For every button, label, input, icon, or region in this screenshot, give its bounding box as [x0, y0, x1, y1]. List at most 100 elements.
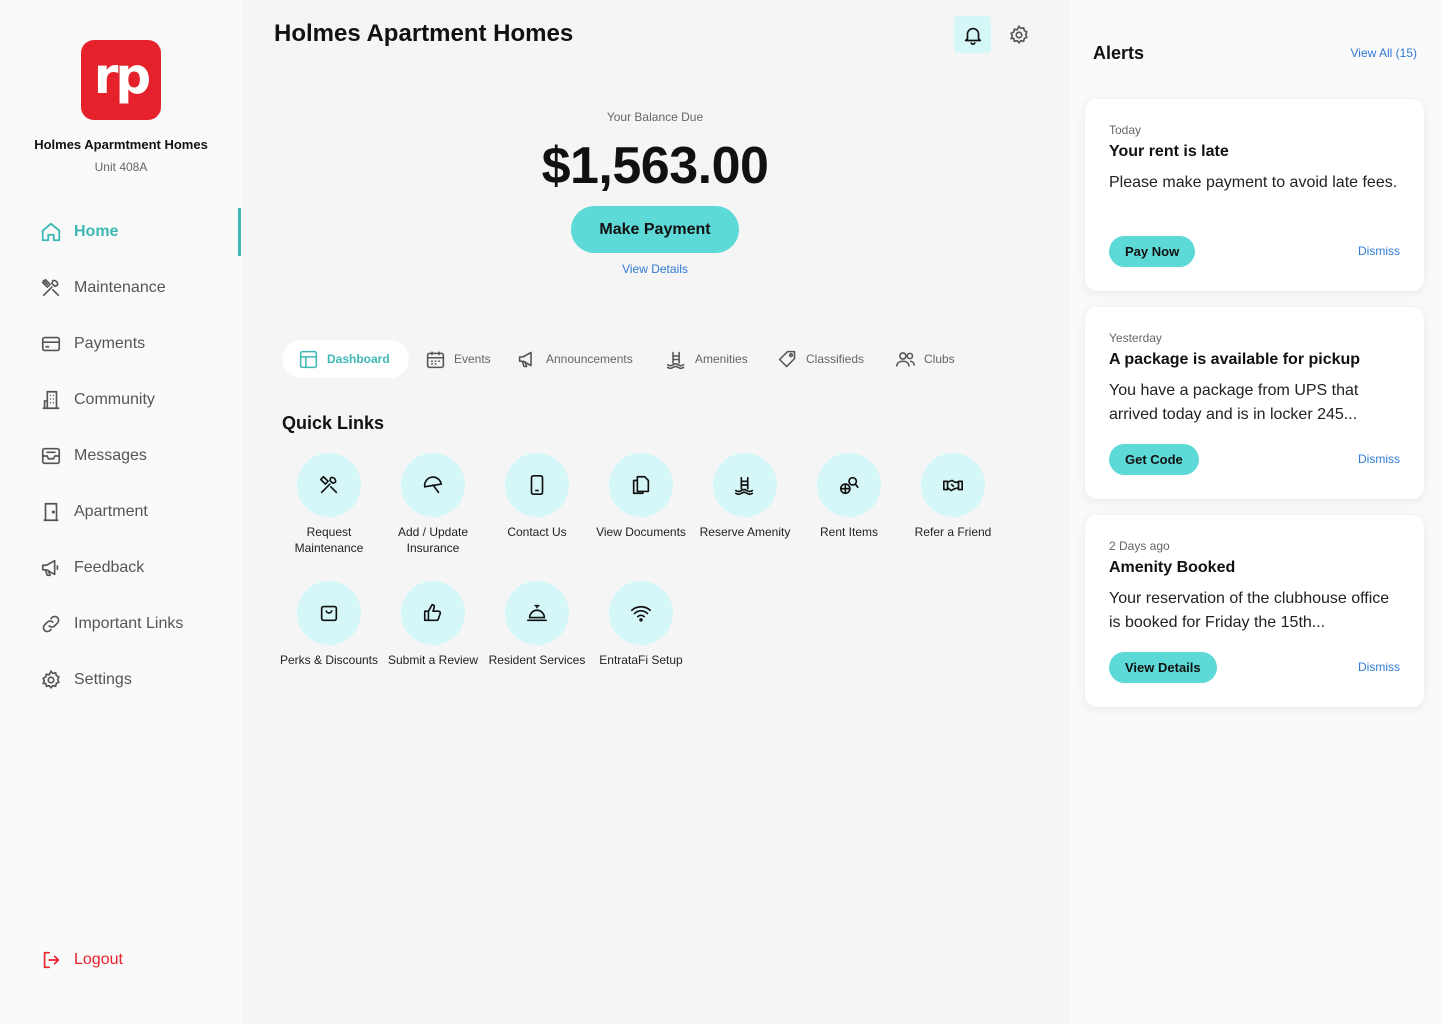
- documents-icon: [632, 475, 650, 495]
- sidebar-item-label: Payments: [74, 335, 146, 352]
- settings-button[interactable]: [1000, 16, 1037, 53]
- pay-now-button[interactable]: Pay Now: [1109, 236, 1196, 267]
- quick-link-submit-review[interactable]: Submit a Review: [381, 581, 485, 668]
- pool-icon: [735, 476, 754, 496]
- unit-number: Unit 408A: [94, 160, 148, 174]
- quick-link-circle: [921, 453, 985, 517]
- notifications-button[interactable]: [954, 16, 991, 53]
- tools-icon: [319, 475, 338, 494]
- quick-link-circle: [713, 453, 777, 517]
- sidebar-item-label: Settings: [74, 671, 132, 688]
- sidebar-item-label: Community: [74, 391, 155, 408]
- logout-button[interactable]: Logout: [0, 936, 242, 984]
- alert-body: Please make payment to avoid late fees.: [1109, 174, 1398, 191]
- quick-link-circle: [609, 581, 673, 645]
- quick-link-rent-items[interactable]: Rent Items: [797, 453, 901, 540]
- quick-link-circle: [297, 453, 361, 517]
- shopping-bag-icon: [320, 605, 338, 622]
- quick-link-label: Add / Update Insurance: [397, 525, 469, 555]
- phone-icon: [530, 475, 544, 495]
- users-icon: [895, 351, 916, 367]
- quick-link-label: Rent Items: [819, 525, 879, 539]
- alert-time: 2 Days ago: [1109, 539, 1170, 553]
- active-indicator: [238, 208, 241, 256]
- sidebar: rp Holmes Aparmtment Homes Unit 408A Hom…: [0, 0, 242, 1024]
- door-icon: [43, 502, 59, 522]
- tab-announcements[interactable]: Announcements: [517, 340, 633, 378]
- tab-events[interactable]: Events: [425, 340, 491, 378]
- tab-clubs[interactable]: Clubs: [895, 340, 955, 378]
- tab-label: Clubs: [924, 352, 955, 366]
- alert-card: Yesterday A package is available for pic…: [1085, 307, 1424, 499]
- quick-link-label: Resident Services: [488, 653, 586, 667]
- quick-link-contact-us[interactable]: Contact Us: [485, 453, 589, 540]
- sidebar-item-maintenance[interactable]: Maintenance: [0, 264, 242, 312]
- tab-label: Amenities: [695, 352, 748, 366]
- quick-link-circle: [505, 581, 569, 645]
- thumbs-up-icon: [423, 603, 442, 622]
- sidebar-item-payments[interactable]: Payments: [0, 320, 242, 368]
- sidebar-item-label: Maintenance: [74, 279, 166, 296]
- tab-amenities[interactable]: Amenities: [666, 340, 748, 378]
- quick-link-refer-friend[interactable]: Refer a Friend: [901, 453, 1005, 540]
- sidebar-item-important-links[interactable]: Important Links: [0, 600, 242, 648]
- credit-card-icon: [41, 336, 61, 352]
- page-title: Holmes Apartment Homes: [274, 20, 574, 47]
- sidebar-item-community[interactable]: Community: [0, 376, 242, 424]
- quick-link-label: Reserve Amenity: [699, 525, 791, 539]
- dismiss-link[interactable]: Dismiss: [1358, 452, 1400, 466]
- sidebar-item-settings[interactable]: Settings: [0, 656, 242, 704]
- dismiss-link[interactable]: Dismiss: [1358, 660, 1400, 674]
- wifi-icon: [631, 605, 651, 622]
- sidebar-item-messages[interactable]: Messages: [0, 432, 242, 480]
- quick-link-insurance[interactable]: Add / Update Insurance: [381, 453, 485, 556]
- sidebar-item-apartment[interactable]: Apartment: [0, 488, 242, 536]
- quick-link-resident-services[interactable]: Resident Services: [485, 581, 589, 668]
- quick-link-label: Submit a Review: [387, 653, 479, 667]
- megaphone-icon: [518, 351, 532, 367]
- quick-link-request-maintenance[interactable]: Request Maintenance: [277, 453, 381, 556]
- quick-link-label: Request Maintenance: [294, 525, 364, 555]
- sidebar-item-label: Home: [74, 223, 119, 240]
- sidebar-item-home[interactable]: Home: [0, 208, 242, 256]
- quick-link-label: Contact Us: [507, 525, 567, 539]
- view-details-link[interactable]: View Details: [555, 262, 755, 276]
- building-icon: [42, 390, 60, 410]
- megaphone-icon: [41, 559, 59, 577]
- calendar-icon: [426, 351, 445, 368]
- sports-icon: [839, 476, 859, 495]
- quick-link-entratafi-setup[interactable]: EntrataFi Setup: [589, 581, 693, 668]
- bell-icon: [964, 27, 981, 45]
- make-payment-button[interactable]: Make Payment: [571, 206, 739, 253]
- quick-link-circle: [297, 581, 361, 645]
- alerts-title: Alerts: [1093, 43, 1145, 63]
- tab-dashboard[interactable]: Dashboard: [282, 340, 409, 378]
- dismiss-link[interactable]: Dismiss: [1358, 244, 1400, 258]
- brand-logo-text: rp: [93, 47, 151, 105]
- alert-body: You have a package from UPS that arrived…: [1109, 382, 1359, 423]
- home-icon: [41, 222, 61, 242]
- view-details-button[interactable]: View Details: [1109, 652, 1217, 683]
- logout-label: Logout: [74, 951, 123, 968]
- brand-logo: rp: [81, 40, 161, 120]
- tab-classifieds[interactable]: Classifieds: [777, 340, 864, 378]
- handshake-icon: [943, 479, 963, 492]
- view-all-alerts-link[interactable]: View All (15): [1351, 46, 1417, 60]
- tools-icon: [41, 278, 60, 297]
- alert-title: Amenity Booked: [1109, 559, 1236, 576]
- alert-title: Your rent is late: [1109, 143, 1229, 160]
- quick-link-perks[interactable]: Perks & Discounts: [277, 581, 381, 668]
- inbox-icon: [41, 447, 61, 465]
- dashboard-icon: [299, 350, 318, 368]
- property-name: Holmes Aparmtment Homes: [34, 137, 208, 152]
- get-code-button[interactable]: Get Code: [1109, 444, 1199, 475]
- quick-link-view-documents[interactable]: View Documents: [589, 453, 693, 540]
- sidebar-item-feedback[interactable]: Feedback: [0, 544, 242, 592]
- quick-link-label: View Documents: [596, 525, 686, 539]
- quick-link-label: Refer a Friend: [914, 525, 992, 539]
- sidebar-item-label: Apartment: [74, 503, 148, 520]
- alert-time: Today: [1109, 123, 1142, 137]
- alert-body: Your reservation of the clubhouse office…: [1109, 590, 1390, 631]
- quick-link-reserve-amenity[interactable]: Reserve Amenity: [693, 453, 797, 540]
- tab-label: Classifieds: [806, 352, 865, 366]
